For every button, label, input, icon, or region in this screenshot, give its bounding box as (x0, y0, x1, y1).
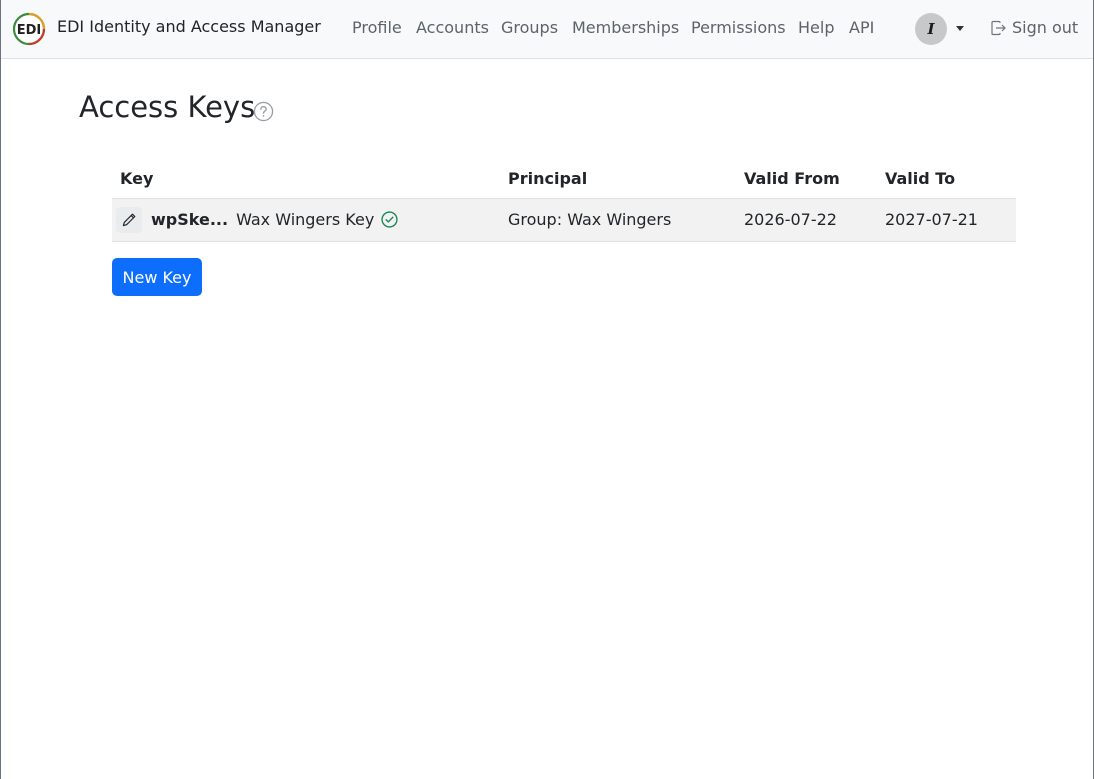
question-circle-icon[interactable] (253, 101, 274, 122)
nav-permissions[interactable]: Permissions (691, 18, 786, 37)
new-key-button[interactable]: New Key (112, 258, 202, 296)
nav-help[interactable]: Help (798, 18, 834, 37)
header-valid-to: Valid To (877, 160, 1016, 199)
key-name: Wax Wingers Key (236, 210, 375, 229)
header-key: Key (112, 160, 500, 199)
pencil-icon (122, 213, 136, 226)
brand[interactable]: EDI EDI Identity and Access Manager (12, 12, 321, 46)
principal-cell: Group: Wax Wingers (500, 198, 736, 242)
key-cell: wpSke... Wax Wingers Key (112, 198, 500, 242)
top-navbar: EDI EDI Identity and Access Manager Prof… (0, 0, 1094, 59)
edit-key-button[interactable] (116, 206, 142, 233)
sign-out-icon (991, 20, 1006, 35)
nav-profile[interactable]: Profile (352, 18, 402, 37)
svg-text:EDI: EDI (17, 23, 42, 38)
user-avatar[interactable]: I (915, 13, 947, 45)
app-title: EDI Identity and Access Manager (57, 16, 321, 36)
avatar-initial: I (927, 20, 935, 38)
nav-api[interactable]: API (849, 18, 874, 37)
nav-groups[interactable]: Groups (501, 18, 558, 37)
valid-from-cell: 2026-07-22 (736, 198, 877, 242)
header-valid-from: Valid From (736, 160, 877, 199)
access-keys-table: Key Principal Valid From Valid To wpSke.… (112, 160, 1016, 242)
page-title: Access Keys (79, 90, 256, 124)
sign-out-button[interactable]: Sign out (990, 18, 1078, 37)
sign-out-label: Sign out (1012, 18, 1079, 37)
table-row: wpSke... Wax Wingers Key Group: Wax Wing… (112, 198, 1016, 242)
caret-down-icon[interactable] (956, 26, 964, 31)
edi-logo-icon: EDI (12, 12, 46, 46)
nav-accounts[interactable]: Accounts (416, 18, 489, 37)
table-header-row: Key Principal Valid From Valid To (112, 160, 1016, 199)
header-principal: Principal (500, 160, 736, 199)
check-circle-icon (381, 211, 398, 228)
key-id: wpSke... (151, 210, 229, 229)
valid-to-cell: 2027-07-21 (877, 198, 1016, 242)
nav-memberships[interactable]: Memberships (572, 18, 679, 37)
